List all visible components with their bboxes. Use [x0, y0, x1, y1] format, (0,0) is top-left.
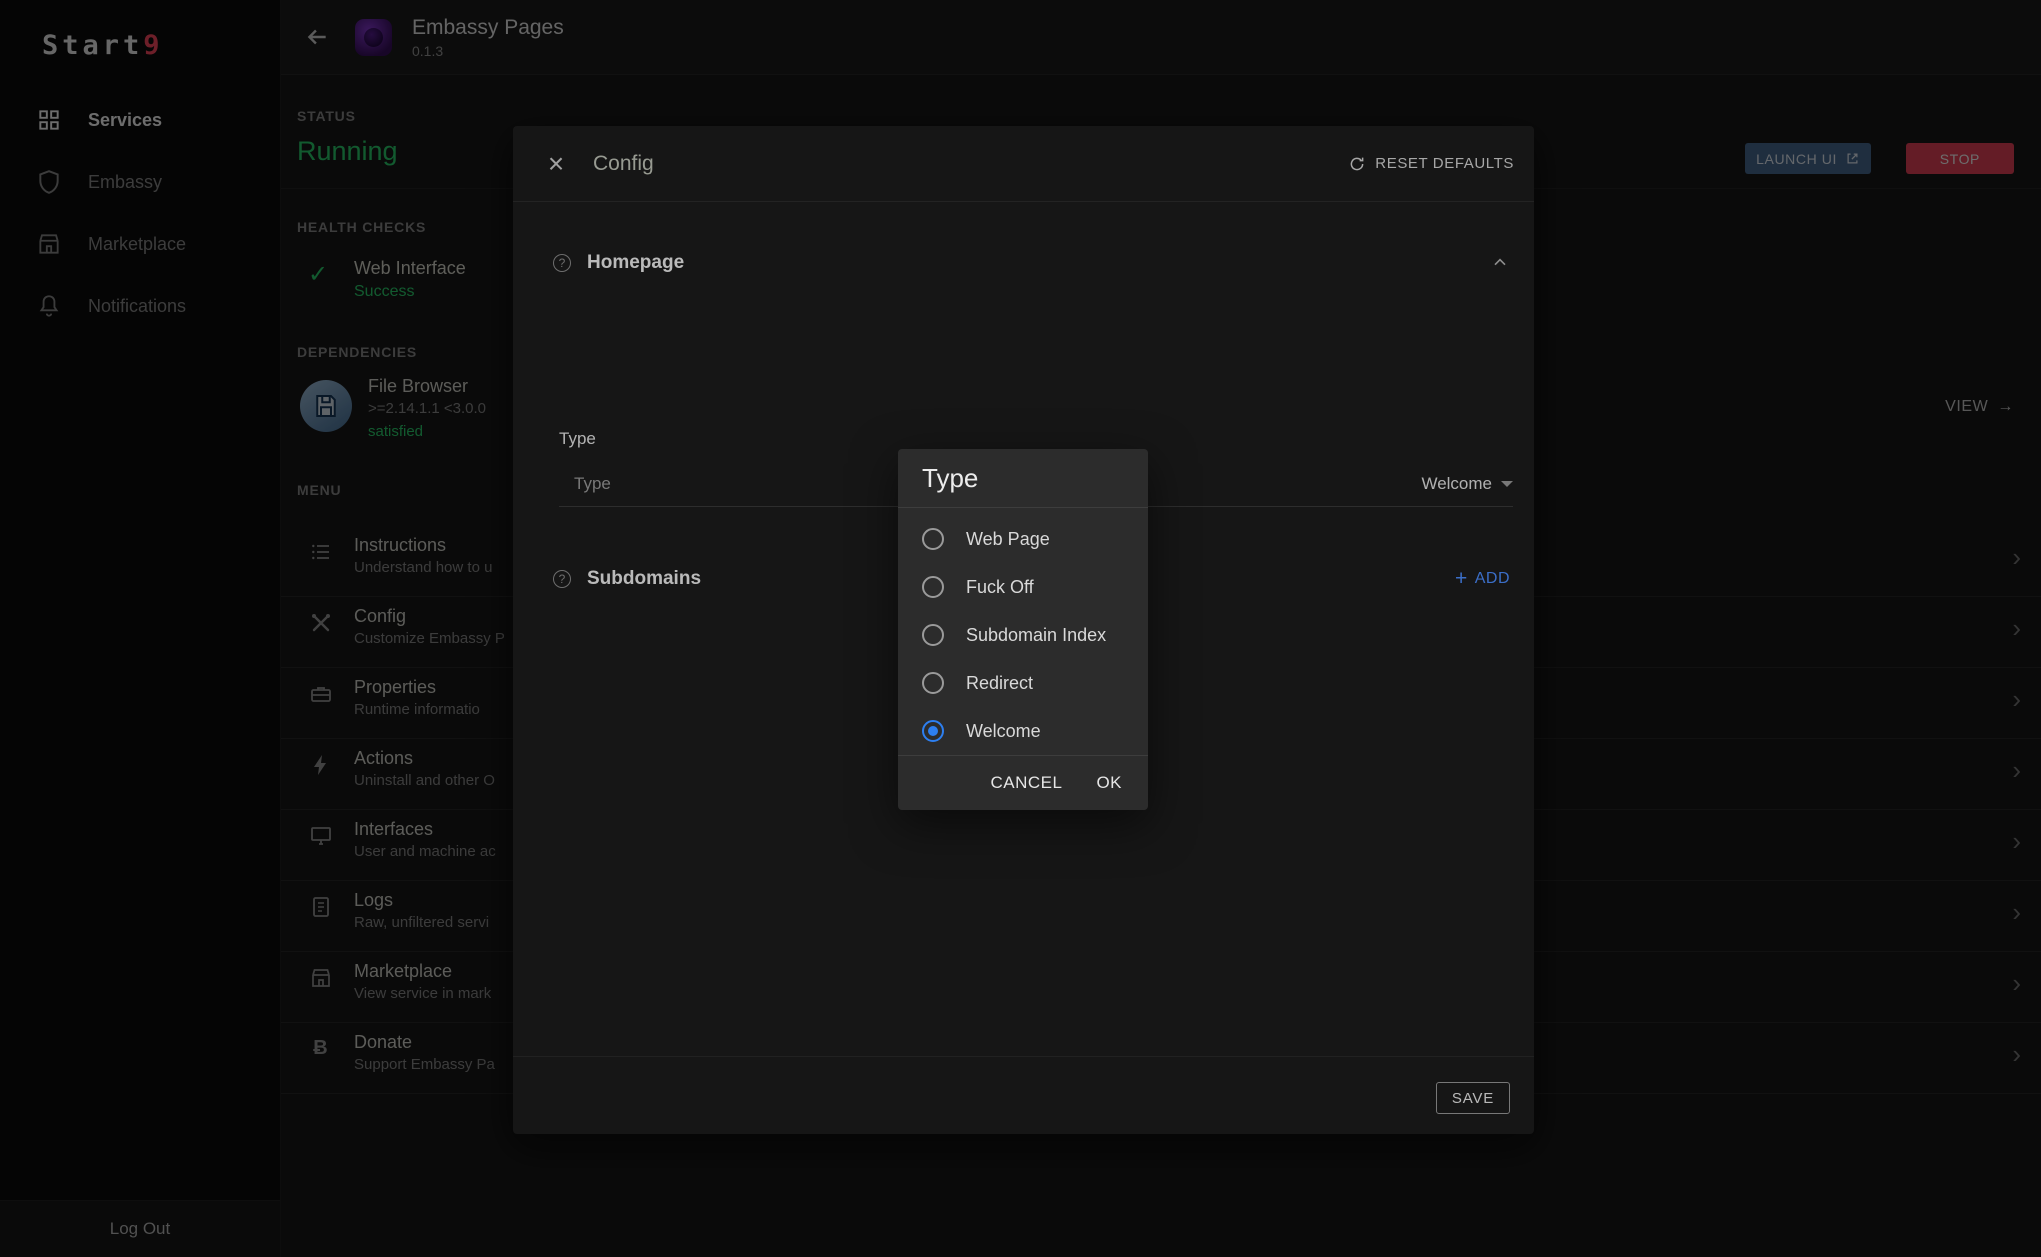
- cancel-button[interactable]: CANCEL: [978, 765, 1074, 801]
- radio-icon[interactable]: [922, 576, 944, 598]
- type-dialog-title: Type: [898, 449, 1148, 508]
- type-options-list: Web Page Fuck Off Subdomain Index Redire…: [898, 509, 1148, 755]
- option-label: Redirect: [966, 673, 1033, 694]
- option-label: Subdomain Index: [966, 625, 1106, 646]
- radio-icon[interactable]: [922, 528, 944, 550]
- radio-icon[interactable]: [922, 672, 944, 694]
- radio-icon[interactable]: [922, 624, 944, 646]
- option-label: Welcome: [966, 721, 1041, 742]
- app-root: Start9 Services Embassy Marketplace Noti…: [0, 0, 2041, 1257]
- option-redirect[interactable]: Redirect: [898, 659, 1148, 707]
- option-fuck-off[interactable]: Fuck Off: [898, 563, 1148, 611]
- option-label: Fuck Off: [966, 577, 1034, 598]
- type-dialog-buttons: CANCEL OK: [898, 755, 1148, 810]
- option-web-page[interactable]: Web Page: [898, 515, 1148, 563]
- option-subdomain-index[interactable]: Subdomain Index: [898, 611, 1148, 659]
- type-dialog: Type Web Page Fuck Off Subdomain Index R…: [898, 449, 1148, 810]
- radio-selected-icon[interactable]: [922, 720, 944, 742]
- ok-button[interactable]: OK: [1084, 765, 1134, 801]
- option-welcome[interactable]: Welcome: [898, 707, 1148, 755]
- option-label: Web Page: [966, 529, 1050, 550]
